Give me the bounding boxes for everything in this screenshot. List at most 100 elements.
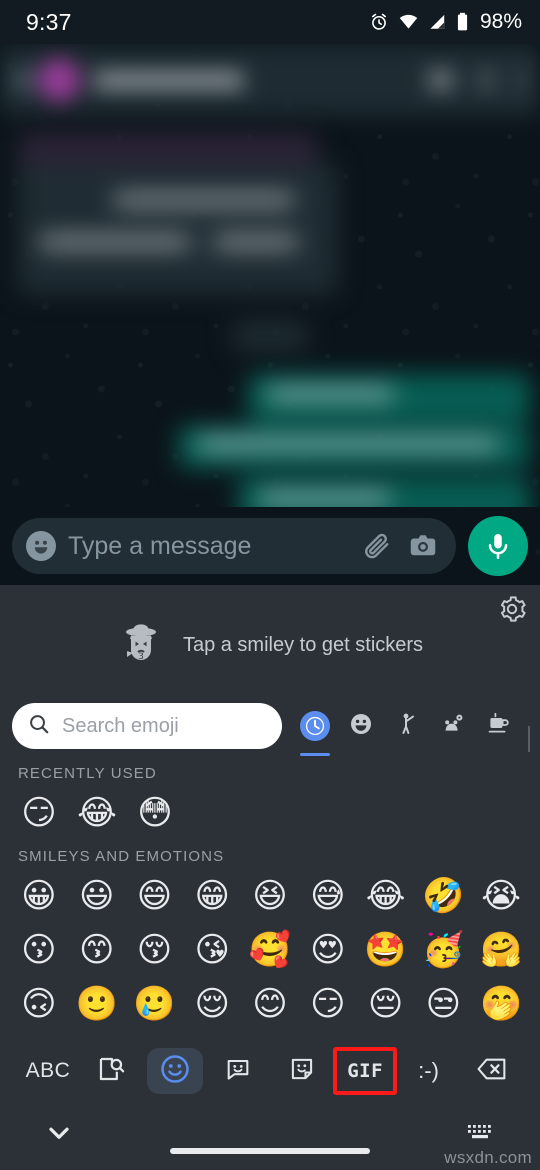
emoji-item[interactable]: 🥰: [241, 923, 299, 977]
emoji-item[interactable]: 😍: [299, 923, 357, 977]
emoji-item[interactable]: 😗: [10, 923, 68, 977]
emoji-item[interactable]: 😁: [183, 869, 241, 923]
sticker-promo-banner[interactable]: 3 Tap a smiley to get stickers: [0, 585, 540, 695]
smiley-icon: [349, 712, 373, 740]
emoji-face-icon[interactable]: [26, 531, 56, 561]
watermark: wsxdn.com: [444, 1148, 532, 1167]
image-search-icon: [97, 1055, 125, 1088]
battery-percentage: 98%: [479, 10, 522, 33]
person-waving-icon: [395, 712, 419, 740]
active-tab-indicator: [300, 753, 330, 756]
sticker-pack-button[interactable]: [274, 1048, 330, 1094]
voice-record-button[interactable]: [468, 516, 528, 576]
emoji-grid[interactable]: RECENTLY USED 😏 😂 😳 SMILEYS AND EMOTIONS…: [0, 757, 540, 1031]
abc-key[interactable]: ABC: [20, 1048, 76, 1094]
cowboy-sticker-icon: 3: [117, 619, 165, 672]
search-icon: [28, 713, 50, 740]
sticker-square-icon: [289, 1056, 315, 1087]
battery-icon: [456, 12, 469, 32]
emoji-item[interactable]: 😊: [241, 977, 299, 1031]
emoji-item[interactable]: 😘: [183, 923, 241, 977]
cup-icon: [487, 712, 511, 740]
category-tab-people[interactable]: [384, 700, 430, 752]
emoji-keyboard-panel: 3 Tap a smiley to get stickers Search em…: [0, 585, 540, 1100]
emoji-item[interactable]: 😏: [10, 786, 68, 840]
emoji-item[interactable]: 😌: [183, 977, 241, 1031]
emoji-item[interactable]: 😭: [472, 869, 530, 923]
emoji-item[interactable]: 😒: [414, 977, 472, 1031]
sticker-bubble-icon: [225, 1056, 251, 1087]
animals-nature-icon: [441, 712, 465, 740]
backspace-icon: [476, 1056, 508, 1087]
camera-icon[interactable]: [406, 531, 440, 561]
emoji-item[interactable]: 😂: [357, 869, 415, 923]
emoji-item[interactable]: 😄: [126, 869, 184, 923]
category-tab-nature[interactable]: [430, 700, 476, 752]
emoji-item[interactable]: 🥲: [126, 977, 184, 1031]
system-navigation-bar: wsxdn.com: [0, 1100, 540, 1170]
emoji-row: 😗 😙 😚 😘 🥰 😍 🤩 🥳 🤗: [0, 923, 540, 977]
emoji-button[interactable]: [146, 1048, 203, 1094]
emoji-item[interactable]: 😅: [299, 869, 357, 923]
clock-icon: [300, 711, 330, 741]
home-indicator[interactable]: [170, 1148, 370, 1154]
chevron-down-icon[interactable]: [44, 1118, 74, 1153]
emoji-item[interactable]: 🙃: [10, 977, 68, 1031]
category-tab-smileys[interactable]: [338, 700, 384, 752]
emoji-row: 🙃 🙂 🥲 😌 😊 😏 😔 😒 🤭: [0, 977, 540, 1031]
emoji-item[interactable]: 😂: [68, 786, 126, 840]
category-tab-food[interactable]: [476, 700, 522, 752]
emoji-item[interactable]: 😀: [10, 869, 68, 923]
message-bubble[interactable]: [232, 322, 308, 350]
category-tab-recent[interactable]: [292, 700, 338, 756]
keyboard-icon[interactable]: [466, 1121, 496, 1150]
section-title-recent: RECENTLY USED: [18, 765, 157, 782]
status-bar-clock: 9:37: [26, 8, 72, 35]
emoji-item[interactable]: 😚: [126, 923, 184, 977]
emoji-face-icon: [160, 1054, 190, 1089]
emoji-item[interactable]: 😔: [357, 977, 415, 1031]
kaomoji-button[interactable]: :-): [401, 1048, 457, 1094]
section-title-smileys: SMILEYS AND EMOTIONS: [18, 848, 225, 865]
emoji-item[interactable]: 😏: [299, 977, 357, 1031]
sticker-button[interactable]: [210, 1048, 266, 1094]
emoji-category-tabs: [292, 700, 530, 756]
emoji-item[interactable]: 😙: [68, 923, 126, 977]
message-bubble[interactable]: [248, 374, 530, 422]
emoji-item[interactable]: 🥳: [414, 923, 472, 977]
message-bubble[interactable]: [18, 164, 338, 294]
emoji-row: 😀 😃 😄 😁 😆 😅 😂 🤣 😭: [0, 869, 540, 923]
tabs-divider: [528, 726, 530, 752]
message-input-pill[interactable]: Type a message: [12, 518, 456, 574]
emoji-item[interactable]: 🙂: [68, 977, 126, 1031]
message-input-placeholder[interactable]: Type a message: [68, 532, 348, 561]
emoji-item[interactable]: 😆: [241, 869, 299, 923]
microphone-icon: [488, 534, 508, 559]
emoji-item[interactable]: 🤣: [414, 869, 472, 923]
emoji-row: 😏 😂 😳: [0, 786, 540, 840]
message-list: [0, 44, 540, 507]
emoji-item[interactable]: 😃: [68, 869, 126, 923]
message-bubble[interactable]: [238, 478, 530, 507]
backspace-button[interactable]: [464, 1048, 520, 1094]
kaomoji-button-label: :-): [418, 1058, 439, 1083]
highlight-box: [333, 1047, 398, 1095]
message-input-bar: Type a message: [0, 507, 540, 585]
emoji-item[interactable]: 😳: [126, 786, 184, 840]
abc-key-label: ABC: [25, 1059, 71, 1082]
message-bubble[interactable]: [178, 426, 530, 468]
gif-button[interactable]: GIF: [333, 1047, 398, 1095]
search-input[interactable]: Search emoji: [12, 703, 282, 749]
paperclip-icon[interactable]: [360, 531, 394, 561]
svg-text:3: 3: [138, 652, 144, 662]
emoji-item[interactable]: 🤭: [472, 977, 530, 1031]
sticker-promo-text: Tap a smiley to get stickers: [182, 634, 424, 656]
status-bar: 9:37 98%: [0, 0, 540, 44]
search-input-placeholder[interactable]: Search emoji: [62, 715, 179, 738]
alarm-icon: [369, 12, 389, 32]
image-search-button[interactable]: [83, 1048, 139, 1094]
emoji-item[interactable]: 🤩: [357, 923, 415, 977]
wifi-icon: [398, 12, 419, 32]
emoji-item[interactable]: 🤗: [472, 923, 530, 977]
chat-conversation-area[interactable]: [0, 44, 540, 507]
